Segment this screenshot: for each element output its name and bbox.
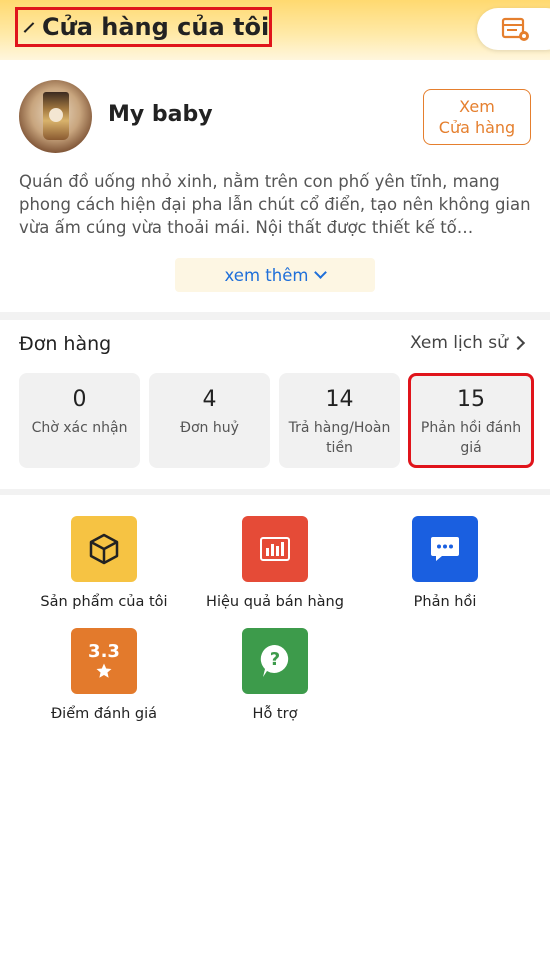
feature-label: Điểm đánh giá <box>50 706 158 722</box>
star-icon <box>96 663 112 678</box>
stat-value: 14 <box>325 387 354 412</box>
stat-label: Phản hồi đánh giá <box>420 420 522 456</box>
view-shop-button[interactable]: Xem Cửa hàng <box>423 89 531 145</box>
shop-avatar[interactable] <box>19 80 92 153</box>
feature-my-products[interactable]: Sản phẩm của tôi <box>19 516 189 610</box>
order-history-label: Xem lịch sử <box>410 333 508 353</box>
feature-label: Phản hồi <box>413 594 477 610</box>
stat-review-responses[interactable]: 15 Phản hồi đánh giá <box>408 373 534 468</box>
svg-text:?: ? <box>270 649 280 670</box>
back-button[interactable]: Cửa hàng của tôi <box>15 7 272 47</box>
order-history-link[interactable]: Xem lịch sử <box>410 333 525 353</box>
feature-label: Hỗ trợ <box>252 706 298 722</box>
stat-label: Chờ xác nhận <box>31 420 128 436</box>
stat-label: Đơn huỷ <box>180 420 239 436</box>
back-chevron-icon <box>23 21 35 33</box>
rating-value: 3.3 <box>88 641 120 662</box>
feature-feedback[interactable]: Phản hồi <box>360 516 530 610</box>
section-divider <box>0 489 550 495</box>
page-title: Cửa hàng của tôi <box>42 13 270 41</box>
section-divider <box>0 312 550 320</box>
chevron-right-icon <box>510 335 525 351</box>
stat-value: 4 <box>202 387 217 412</box>
shop-description: Quán đồ uống nhỏ xinh, nằm trên con phố … <box>19 172 531 237</box>
shop-settings-button[interactable] <box>477 8 550 50</box>
help-icon: ? <box>242 628 308 694</box>
stat-label: Trả hàng/Hoàn tiền <box>288 420 391 456</box>
feature-rating-score[interactable]: 3.3 Điểm đánh giá <box>19 628 189 722</box>
header: Cửa hàng của tôi <box>0 0 550 60</box>
stat-value: 0 <box>72 387 87 412</box>
box-icon <box>71 516 137 582</box>
feature-support[interactable]: ? Hỗ trợ <box>190 628 360 722</box>
stat-value: 15 <box>457 387 485 412</box>
bar-chart-icon <box>242 516 308 582</box>
stat-cancelled[interactable]: 4 Đơn huỷ <box>149 373 270 468</box>
feature-label: Sản phẩm của tôi <box>40 594 168 610</box>
shop-name: My baby <box>108 102 213 127</box>
chevron-down-icon <box>314 266 328 279</box>
chat-bubble-icon <box>412 516 478 582</box>
orders-title: Đơn hàng <box>19 333 112 355</box>
shop-profile: My baby Xem Cửa hàng Quán đồ uống nhỏ xi… <box>0 60 550 312</box>
rating-star-icon: 3.3 <box>71 628 137 694</box>
stat-pending-confirmation[interactable]: 0 Chờ xác nhận <box>19 373 140 468</box>
feature-sales-performance[interactable]: Hiệu quả bán hàng <box>190 516 360 610</box>
see-more-label: xem thêm <box>224 265 309 285</box>
view-shop-label-2: Cửa hàng <box>438 118 516 137</box>
see-more-button[interactable]: xem thêm <box>175 258 375 292</box>
shop-settings-icon <box>501 17 529 41</box>
stat-returns-refunds[interactable]: 14 Trả hàng/Hoàn tiền <box>279 373 400 468</box>
feature-label: Hiệu quả bán hàng <box>206 594 344 610</box>
view-shop-label-1: Xem <box>459 97 495 116</box>
